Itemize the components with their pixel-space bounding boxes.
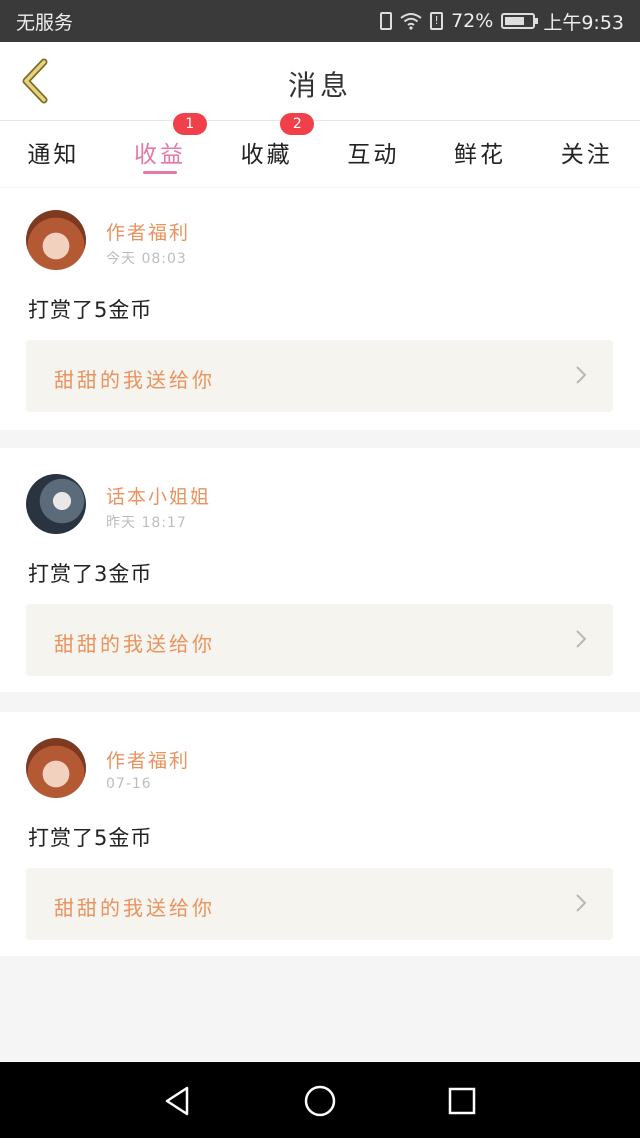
- unread-badge: 2: [280, 113, 315, 135]
- message-time: 今天 08:03: [106, 251, 187, 267]
- tab-notify[interactable]: 通知: [0, 121, 107, 187]
- tab-favorites[interactable]: 收藏 2: [213, 113, 320, 187]
- message-note: 甜甜的我送给你: [54, 896, 215, 920]
- vibrate-icon: [380, 12, 393, 30]
- tab-follow[interactable]: 关注: [533, 121, 640, 187]
- chevron-right-icon: [576, 366, 587, 384]
- reward-text: 打赏了5金币: [28, 298, 153, 322]
- message-card: 话本小姐姐 昨天 18:17 打赏了3金币 甜甜的我送给你: [0, 448, 640, 692]
- message-time: 07-16: [106, 776, 152, 792]
- page-title: 消息: [287, 69, 352, 102]
- message-card: 作者福利 07-16 打赏了5金币 甜甜的我送给你: [0, 712, 640, 956]
- unread-badge: 1: [172, 113, 207, 135]
- status-icons: ! 72% 上午9:53: [380, 8, 624, 35]
- battery-icon: [501, 13, 539, 29]
- chevron-right-icon: [576, 894, 587, 912]
- message-note-button[interactable]: 甜甜的我送给你: [26, 604, 613, 676]
- carrier-label: 无服务: [16, 11, 74, 34]
- status-bar: 无服务 ! 72% 上午9:53: [0, 0, 640, 42]
- sender-name[interactable]: 作者福利: [106, 746, 190, 773]
- app-header: 消息: [0, 42, 640, 121]
- message-note-button[interactable]: 甜甜的我送给你: [26, 340, 613, 412]
- avatar[interactable]: [26, 210, 86, 270]
- tab-label: 鲜花: [454, 142, 507, 168]
- message-card: 作者福利 今天 08:03 打赏了5金币 甜甜的我送给你: [0, 188, 640, 430]
- message-note-button[interactable]: 甜甜的我送给你: [26, 868, 613, 940]
- system-nav-bar: [0, 1062, 640, 1138]
- tab-interaction[interactable]: 互动: [320, 121, 427, 187]
- avatar[interactable]: [26, 738, 86, 798]
- battery-percent: 72%: [451, 10, 494, 32]
- chevron-right-icon: [576, 630, 587, 648]
- sender-name[interactable]: 作者福利: [106, 218, 190, 245]
- tab-bar: 通知 收益 1 收藏 2 互动 鲜花 关注: [0, 113, 640, 187]
- message-note: 甜甜的我送给你: [54, 632, 215, 656]
- tab-label: 关注: [560, 142, 613, 168]
- tab-earnings[interactable]: 收益 1: [107, 113, 214, 187]
- tab-label: 通知: [27, 142, 80, 168]
- tab-label: 收益: [134, 142, 186, 168]
- reward-text: 打赏了3金币: [28, 562, 153, 586]
- tab-label: 互动: [347, 142, 400, 168]
- sender-name[interactable]: 话本小姐姐: [106, 482, 211, 509]
- message-note: 甜甜的我送给你: [54, 368, 215, 392]
- recents-square-icon[interactable]: [445, 1084, 479, 1118]
- active-tab-indicator: [143, 171, 177, 174]
- clock: 上午9:53: [543, 11, 624, 34]
- avatar[interactable]: [26, 474, 86, 534]
- reward-text: 打赏了5金币: [28, 826, 153, 850]
- home-circle-icon[interactable]: [303, 1084, 337, 1118]
- tab-flowers[interactable]: 鲜花: [427, 121, 534, 187]
- tab-label: 收藏: [240, 142, 293, 168]
- wifi-icon: [400, 13, 422, 30]
- back-triangle-icon[interactable]: [161, 1084, 195, 1118]
- message-time: 昨天 18:17: [106, 515, 187, 531]
- alert-icon: !: [430, 12, 444, 30]
